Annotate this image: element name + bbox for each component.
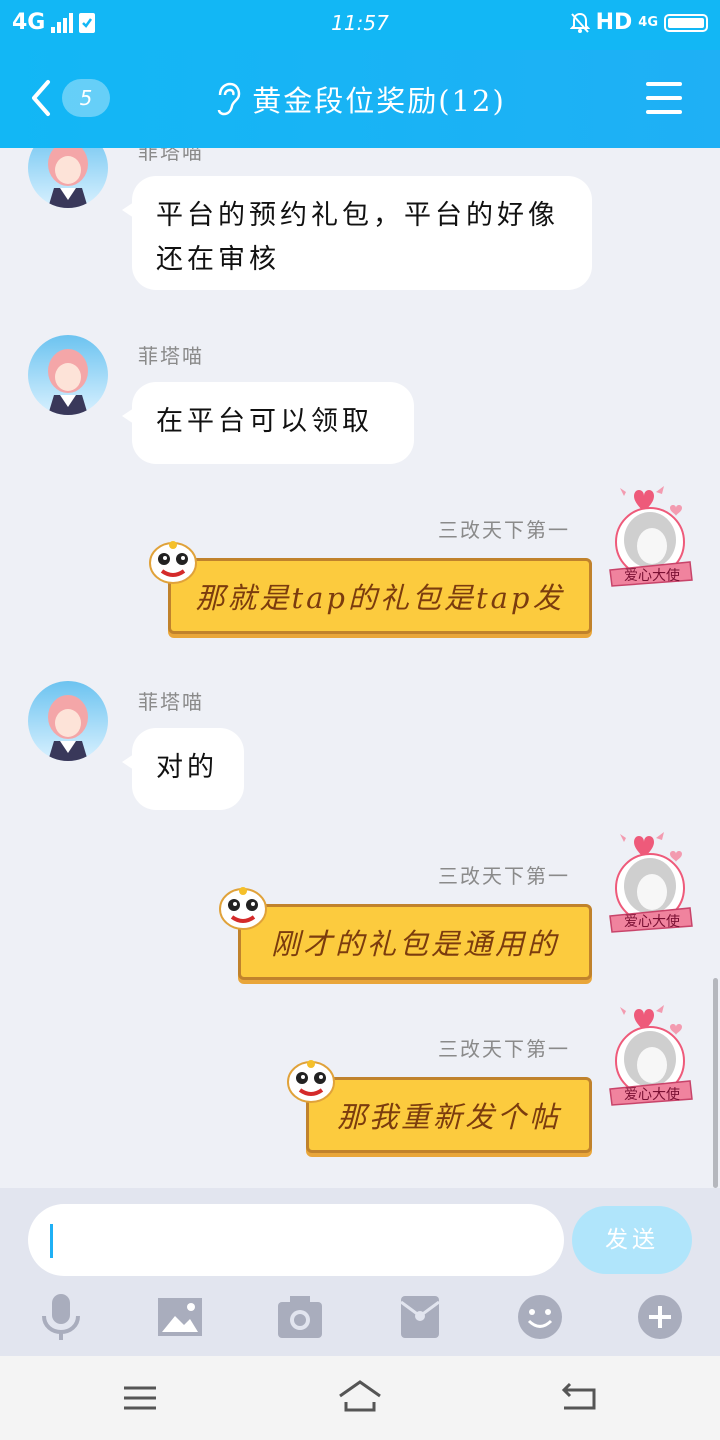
sender-name: 三改天下第一 bbox=[438, 1037, 570, 1061]
emoji-icon[interactable] bbox=[515, 1292, 565, 1342]
chat-header: 5 黄金段位奖励(12) bbox=[0, 50, 720, 148]
send-button[interactable]: 发送 bbox=[572, 1206, 692, 1274]
camera-icon[interactable] bbox=[275, 1292, 325, 1342]
avatar[interactable] bbox=[28, 148, 108, 208]
angel-avatar[interactable]: 爱心大使 bbox=[604, 830, 696, 940]
angel-avatar[interactable]: 爱心大使 bbox=[604, 484, 696, 594]
microphone-icon[interactable] bbox=[36, 1292, 86, 1342]
mute-bell-icon bbox=[569, 12, 590, 33]
message-bubble[interactable]: 平台的预约礼包，平台的好像还在审核 bbox=[122, 176, 592, 290]
message-bubble-out[interactable]: 那我重新发个帖 bbox=[306, 1077, 592, 1153]
input-bar: 发送 bbox=[0, 1188, 720, 1356]
system-navigation-bar bbox=[0, 1356, 720, 1440]
status-right: HD 4G bbox=[569, 10, 708, 35]
ear-icon[interactable] bbox=[214, 81, 242, 117]
chat-title: 黄金段位奖励(12) bbox=[252, 84, 506, 118]
sender-name: 菲塔喵 bbox=[138, 690, 204, 714]
red-packet-icon[interactable] bbox=[395, 1292, 445, 1342]
status-bar: 4G 11:57 HD 4G bbox=[0, 0, 720, 50]
title-wrap: 黄金段位奖励(12) bbox=[0, 78, 720, 120]
recent-apps-icon[interactable] bbox=[116, 1376, 164, 1420]
sender-name: 菲塔喵 bbox=[138, 148, 204, 164]
lion-dance-icon bbox=[219, 887, 267, 930]
message-bubble[interactable]: 在平台可以领取 bbox=[122, 382, 414, 464]
sender-name: 三改天下第一 bbox=[438, 518, 570, 542]
text-caret bbox=[50, 1224, 53, 1258]
avatar[interactable] bbox=[28, 681, 108, 761]
image-icon[interactable] bbox=[155, 1292, 205, 1342]
network-right-label: 4G bbox=[638, 15, 658, 30]
menu-icon[interactable] bbox=[646, 82, 682, 114]
message-bubble[interactable]: 对的 bbox=[122, 728, 244, 810]
lion-dance-icon bbox=[149, 541, 197, 584]
hd-label: HD bbox=[595, 10, 633, 35]
sender-name: 三改天下第一 bbox=[438, 864, 570, 888]
svg-text:爱心大使: 爱心大使 bbox=[624, 913, 680, 930]
angel-avatar[interactable]: 爱心大使 bbox=[604, 1003, 696, 1113]
message-bubble-out[interactable]: 那就是tap的礼包是tap发 bbox=[168, 558, 592, 634]
scrollbar[interactable] bbox=[713, 978, 718, 1188]
message-bubble-out[interactable]: 刚才的礼包是通用的 bbox=[238, 904, 592, 980]
lion-dance-icon bbox=[287, 1060, 335, 1103]
avatar[interactable] bbox=[28, 335, 108, 415]
chat-area[interactable]: 菲塔喵 平台的预约礼包，平台的好像还在审核 菲塔喵 在平台可以领取 三改天下第一… bbox=[0, 148, 720, 1188]
plus-icon[interactable] bbox=[635, 1292, 685, 1342]
back-nav-icon[interactable] bbox=[556, 1376, 604, 1420]
message-input[interactable] bbox=[28, 1204, 564, 1276]
battery-icon bbox=[664, 13, 708, 32]
svg-text:爱心大使: 爱心大使 bbox=[624, 567, 680, 584]
sender-name: 菲塔喵 bbox=[138, 344, 204, 368]
svg-text:爱心大使: 爱心大使 bbox=[624, 1086, 680, 1103]
home-icon[interactable] bbox=[336, 1376, 384, 1420]
